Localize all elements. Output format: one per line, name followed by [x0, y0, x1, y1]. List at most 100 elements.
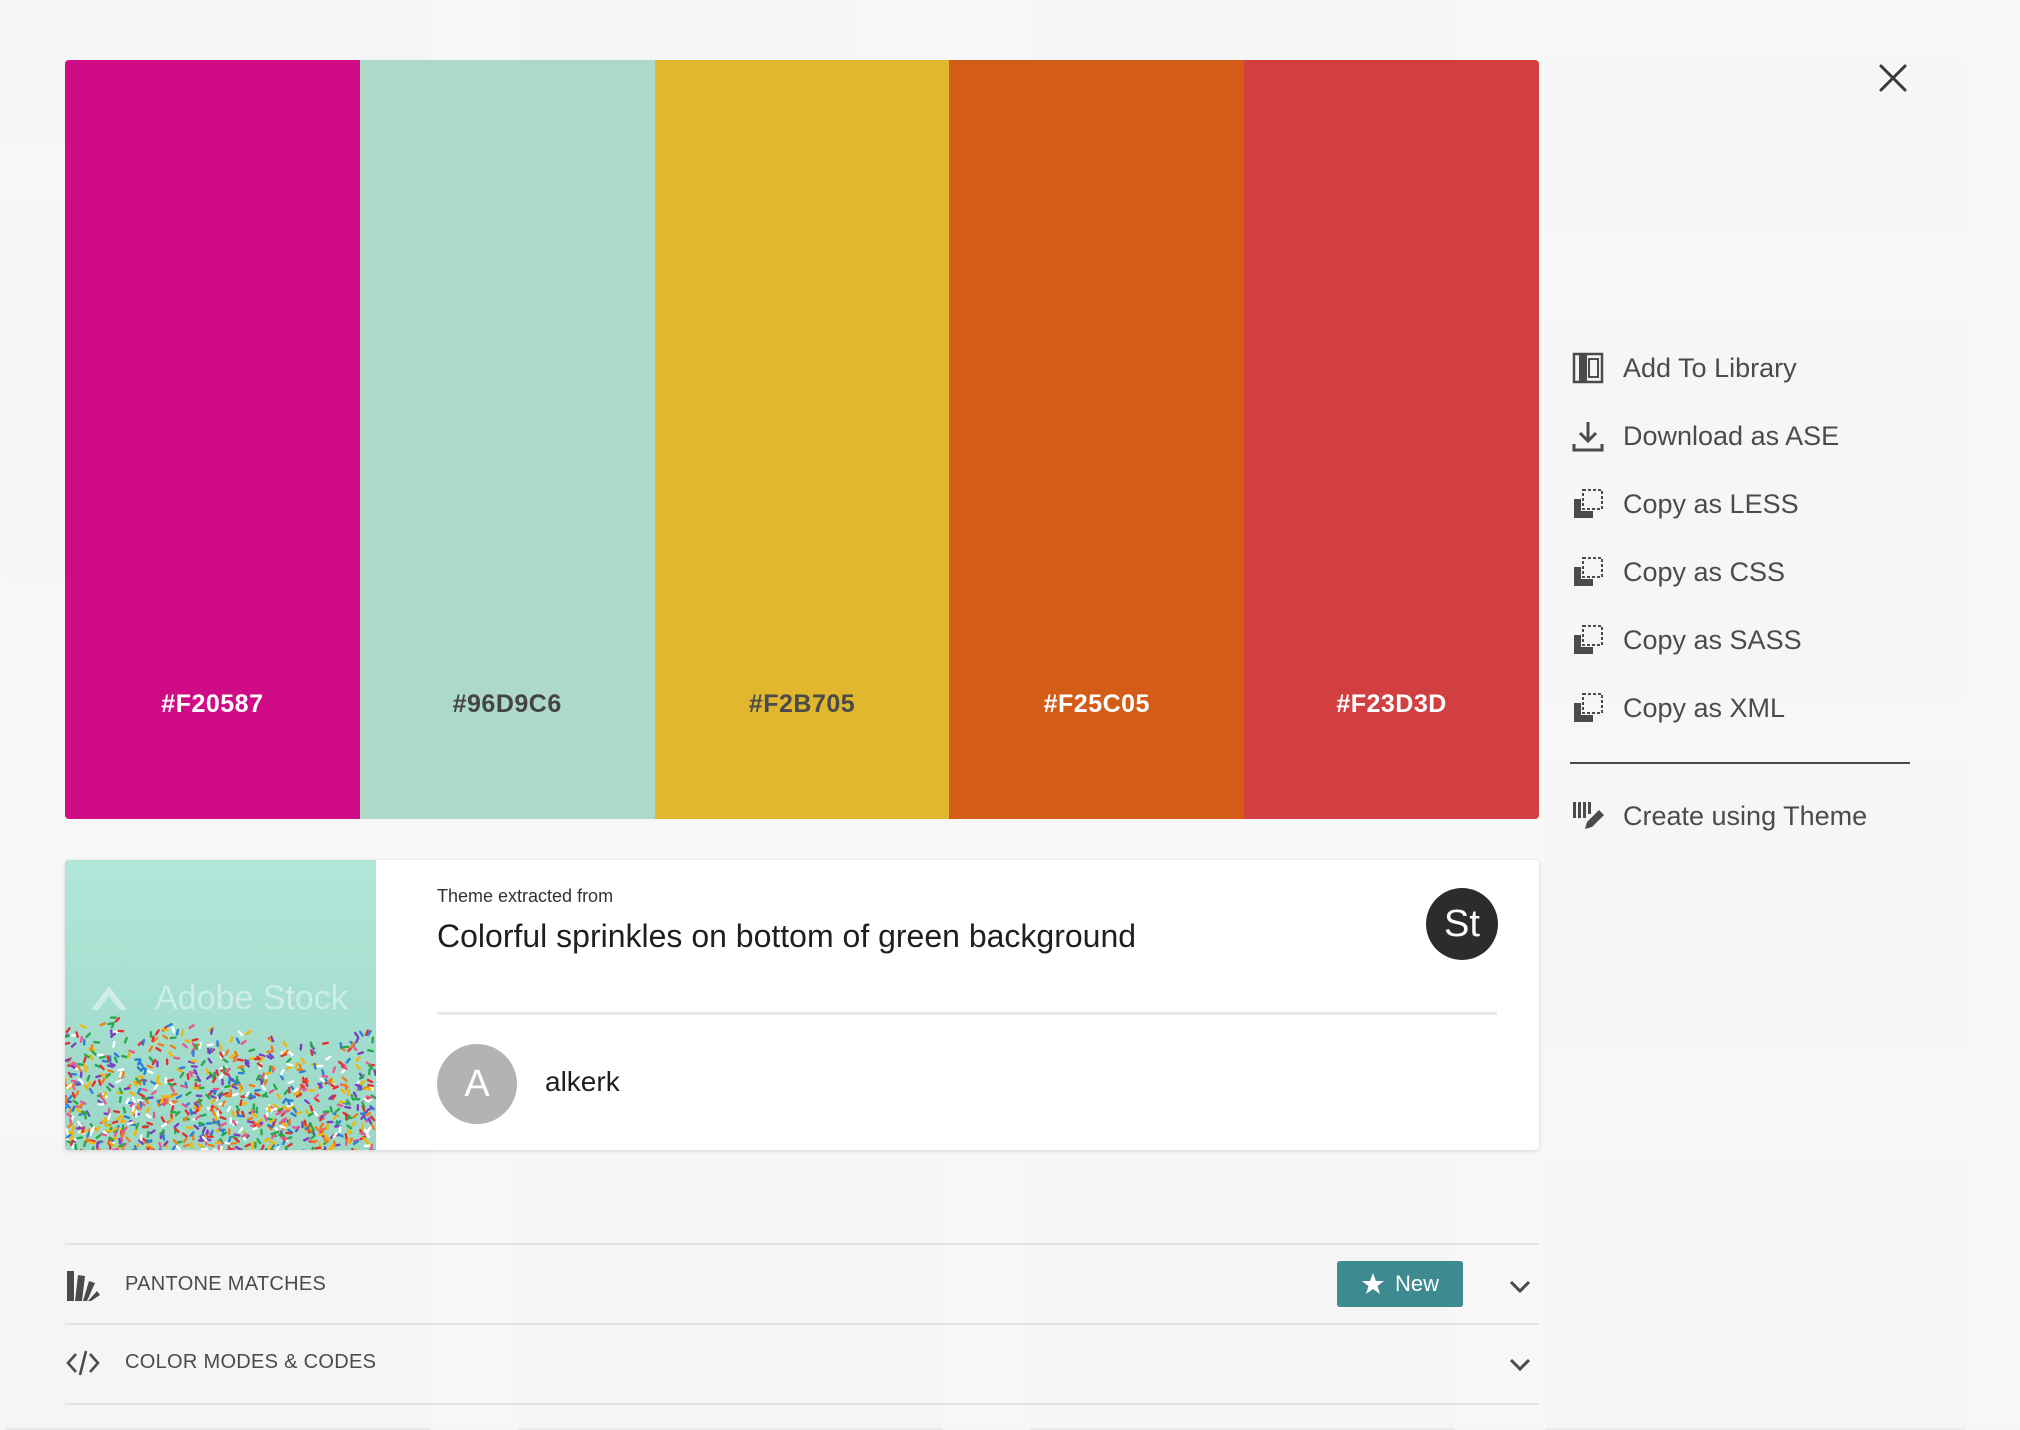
- sprinkle: [195, 1094, 202, 1097]
- stock-badge-text: St: [1444, 903, 1480, 946]
- sprinkle: [156, 1061, 159, 1068]
- sprinkle: [345, 1113, 348, 1120]
- copy-xml-button[interactable]: Copy as XML: [1570, 674, 1910, 742]
- color-swatch[interactable]: #F2B705: [655, 60, 950, 819]
- copy-icon: [1570, 554, 1606, 590]
- sprinkle: [223, 1066, 226, 1073]
- create-using-theme-label: Create using Theme: [1623, 801, 1867, 832]
- section-divider: [65, 1403, 1539, 1405]
- copy-xml-label: Copy as XML: [1623, 693, 1785, 724]
- actions-divider: [1570, 762, 1910, 764]
- sprinkle: [166, 1058, 169, 1065]
- sprinkle: [324, 1146, 326, 1150]
- sprinkle: [285, 1132, 292, 1135]
- theme-actions-menu: Add To Library Download as ASE Copy as L…: [1570, 334, 1910, 850]
- copy-css-label: Copy as CSS: [1623, 557, 1785, 588]
- copy-sass-label: Copy as SASS: [1623, 625, 1802, 656]
- sprinkle: [142, 1126, 149, 1129]
- hex-code: #F2B705: [655, 690, 950, 719]
- source-image-thumbnail[interactable]: Adobe Stock: [65, 860, 376, 1150]
- sprinkle: [238, 1072, 245, 1075]
- color-swatch[interactable]: #96D9C6: [360, 60, 655, 819]
- sprinkle: [110, 1016, 117, 1019]
- sprinkle: [233, 1147, 235, 1150]
- color-modes-section[interactable]: COLOR MODES & CODES: [65, 1323, 1539, 1401]
- sprinkle: [98, 1103, 105, 1105]
- create-icon: [1570, 798, 1606, 834]
- sprinkle: [153, 1112, 156, 1119]
- copy-icon: [1570, 486, 1606, 522]
- sprinkle: [117, 1030, 124, 1033]
- library-icon: [1570, 350, 1606, 386]
- copy-less-button[interactable]: Copy as LESS: [1570, 470, 1910, 538]
- sprinkle: [70, 1073, 77, 1076]
- sprinkle: [122, 1071, 125, 1078]
- hex-code: #96D9C6: [360, 690, 655, 719]
- sprinkle: [345, 1139, 348, 1146]
- avatar[interactable]: A: [437, 1044, 517, 1124]
- sprinkle: [192, 1050, 195, 1057]
- sprinkle: [357, 1104, 359, 1111]
- add-to-library-label: Add To Library: [1623, 353, 1797, 384]
- color-swatch[interactable]: #F23D3D: [1244, 60, 1539, 819]
- pantone-matches-label: PANTONE MATCHES: [125, 1273, 326, 1296]
- sprinkle: [207, 1136, 214, 1139]
- sprinkle: [301, 1121, 304, 1128]
- sprinkle: [190, 1060, 197, 1063]
- sprinkle: [140, 1134, 143, 1141]
- sprinkle: [230, 1117, 232, 1124]
- chevron-down-icon: [1507, 1351, 1533, 1377]
- copy-less-label: Copy as LESS: [1623, 489, 1799, 520]
- color-swatch[interactable]: #F25C05: [949, 60, 1244, 819]
- sprinkle: [213, 1088, 220, 1091]
- card-divider: [437, 1012, 1497, 1015]
- sprinkle: [142, 1097, 149, 1100]
- copy-css-button[interactable]: Copy as CSS: [1570, 538, 1910, 606]
- pantone-fan-icon: [65, 1267, 101, 1303]
- theme-source-card: Adobe Stock Theme extracted from Colorfu…: [65, 860, 1539, 1150]
- color-swatch[interactable]: #F20587: [65, 60, 360, 819]
- avatar-initial: A: [464, 1063, 489, 1106]
- color-modes-label: COLOR MODES & CODES: [125, 1351, 376, 1374]
- download-ase-label: Download as ASE: [1623, 421, 1839, 452]
- sprinkle: [256, 1107, 259, 1114]
- sprinkle: [83, 1039, 86, 1046]
- sprinkle: [216, 1040, 219, 1047]
- sprinkle: [75, 1127, 82, 1130]
- author-username[interactable]: alkerk: [545, 1066, 620, 1098]
- theme-source-label: Theme extracted from: [437, 886, 613, 907]
- theme-source-title[interactable]: Colorful sprinkles on bottom of green ba…: [437, 918, 1136, 955]
- copy-icon: [1570, 690, 1606, 726]
- svg-text:Adobe Stock: Adobe Stock: [155, 979, 349, 1017]
- hex-code: #F25C05: [949, 690, 1244, 719]
- sprinkle: [229, 1089, 232, 1096]
- stock-icon[interactable]: St: [1426, 888, 1498, 960]
- sprinkle: [228, 1128, 231, 1135]
- download-ase-button[interactable]: Download as ASE: [1570, 402, 1910, 470]
- sprinkle: [219, 1129, 226, 1132]
- sprinkle: [339, 1101, 346, 1104]
- chevron-down-icon: [1507, 1273, 1533, 1299]
- sprinkle: [134, 1058, 141, 1061]
- star-icon: [1361, 1272, 1385, 1296]
- sprinkle: [221, 1079, 224, 1086]
- sprinkle: [260, 1129, 263, 1136]
- color-palette: #F20587 #96D9C6 #F2B705 #F25C05 #F23D3D: [65, 60, 1539, 819]
- sprinkle: [198, 1098, 201, 1105]
- close-button[interactable]: [1873, 58, 1913, 98]
- close-icon: [1878, 63, 1908, 93]
- copy-sass-button[interactable]: Copy as SASS: [1570, 606, 1910, 674]
- download-icon: [1570, 418, 1606, 454]
- sprinkle: [308, 1089, 315, 1092]
- add-to-library-button[interactable]: Add To Library: [1570, 334, 1910, 402]
- sprinkle: [327, 1121, 334, 1124]
- pantone-matches-section[interactable]: PANTONE MATCHES New: [65, 1245, 1539, 1323]
- hex-code: #F23D3D: [1244, 690, 1539, 719]
- sprinkle: [364, 1144, 371, 1147]
- new-badge: New: [1337, 1261, 1463, 1307]
- sprinkle: [164, 1077, 167, 1084]
- sprinkle: [365, 1088, 372, 1091]
- sprinkle: [190, 1142, 193, 1149]
- create-using-theme-button[interactable]: Create using Theme: [1570, 782, 1910, 850]
- sprinkle: [215, 1142, 222, 1144]
